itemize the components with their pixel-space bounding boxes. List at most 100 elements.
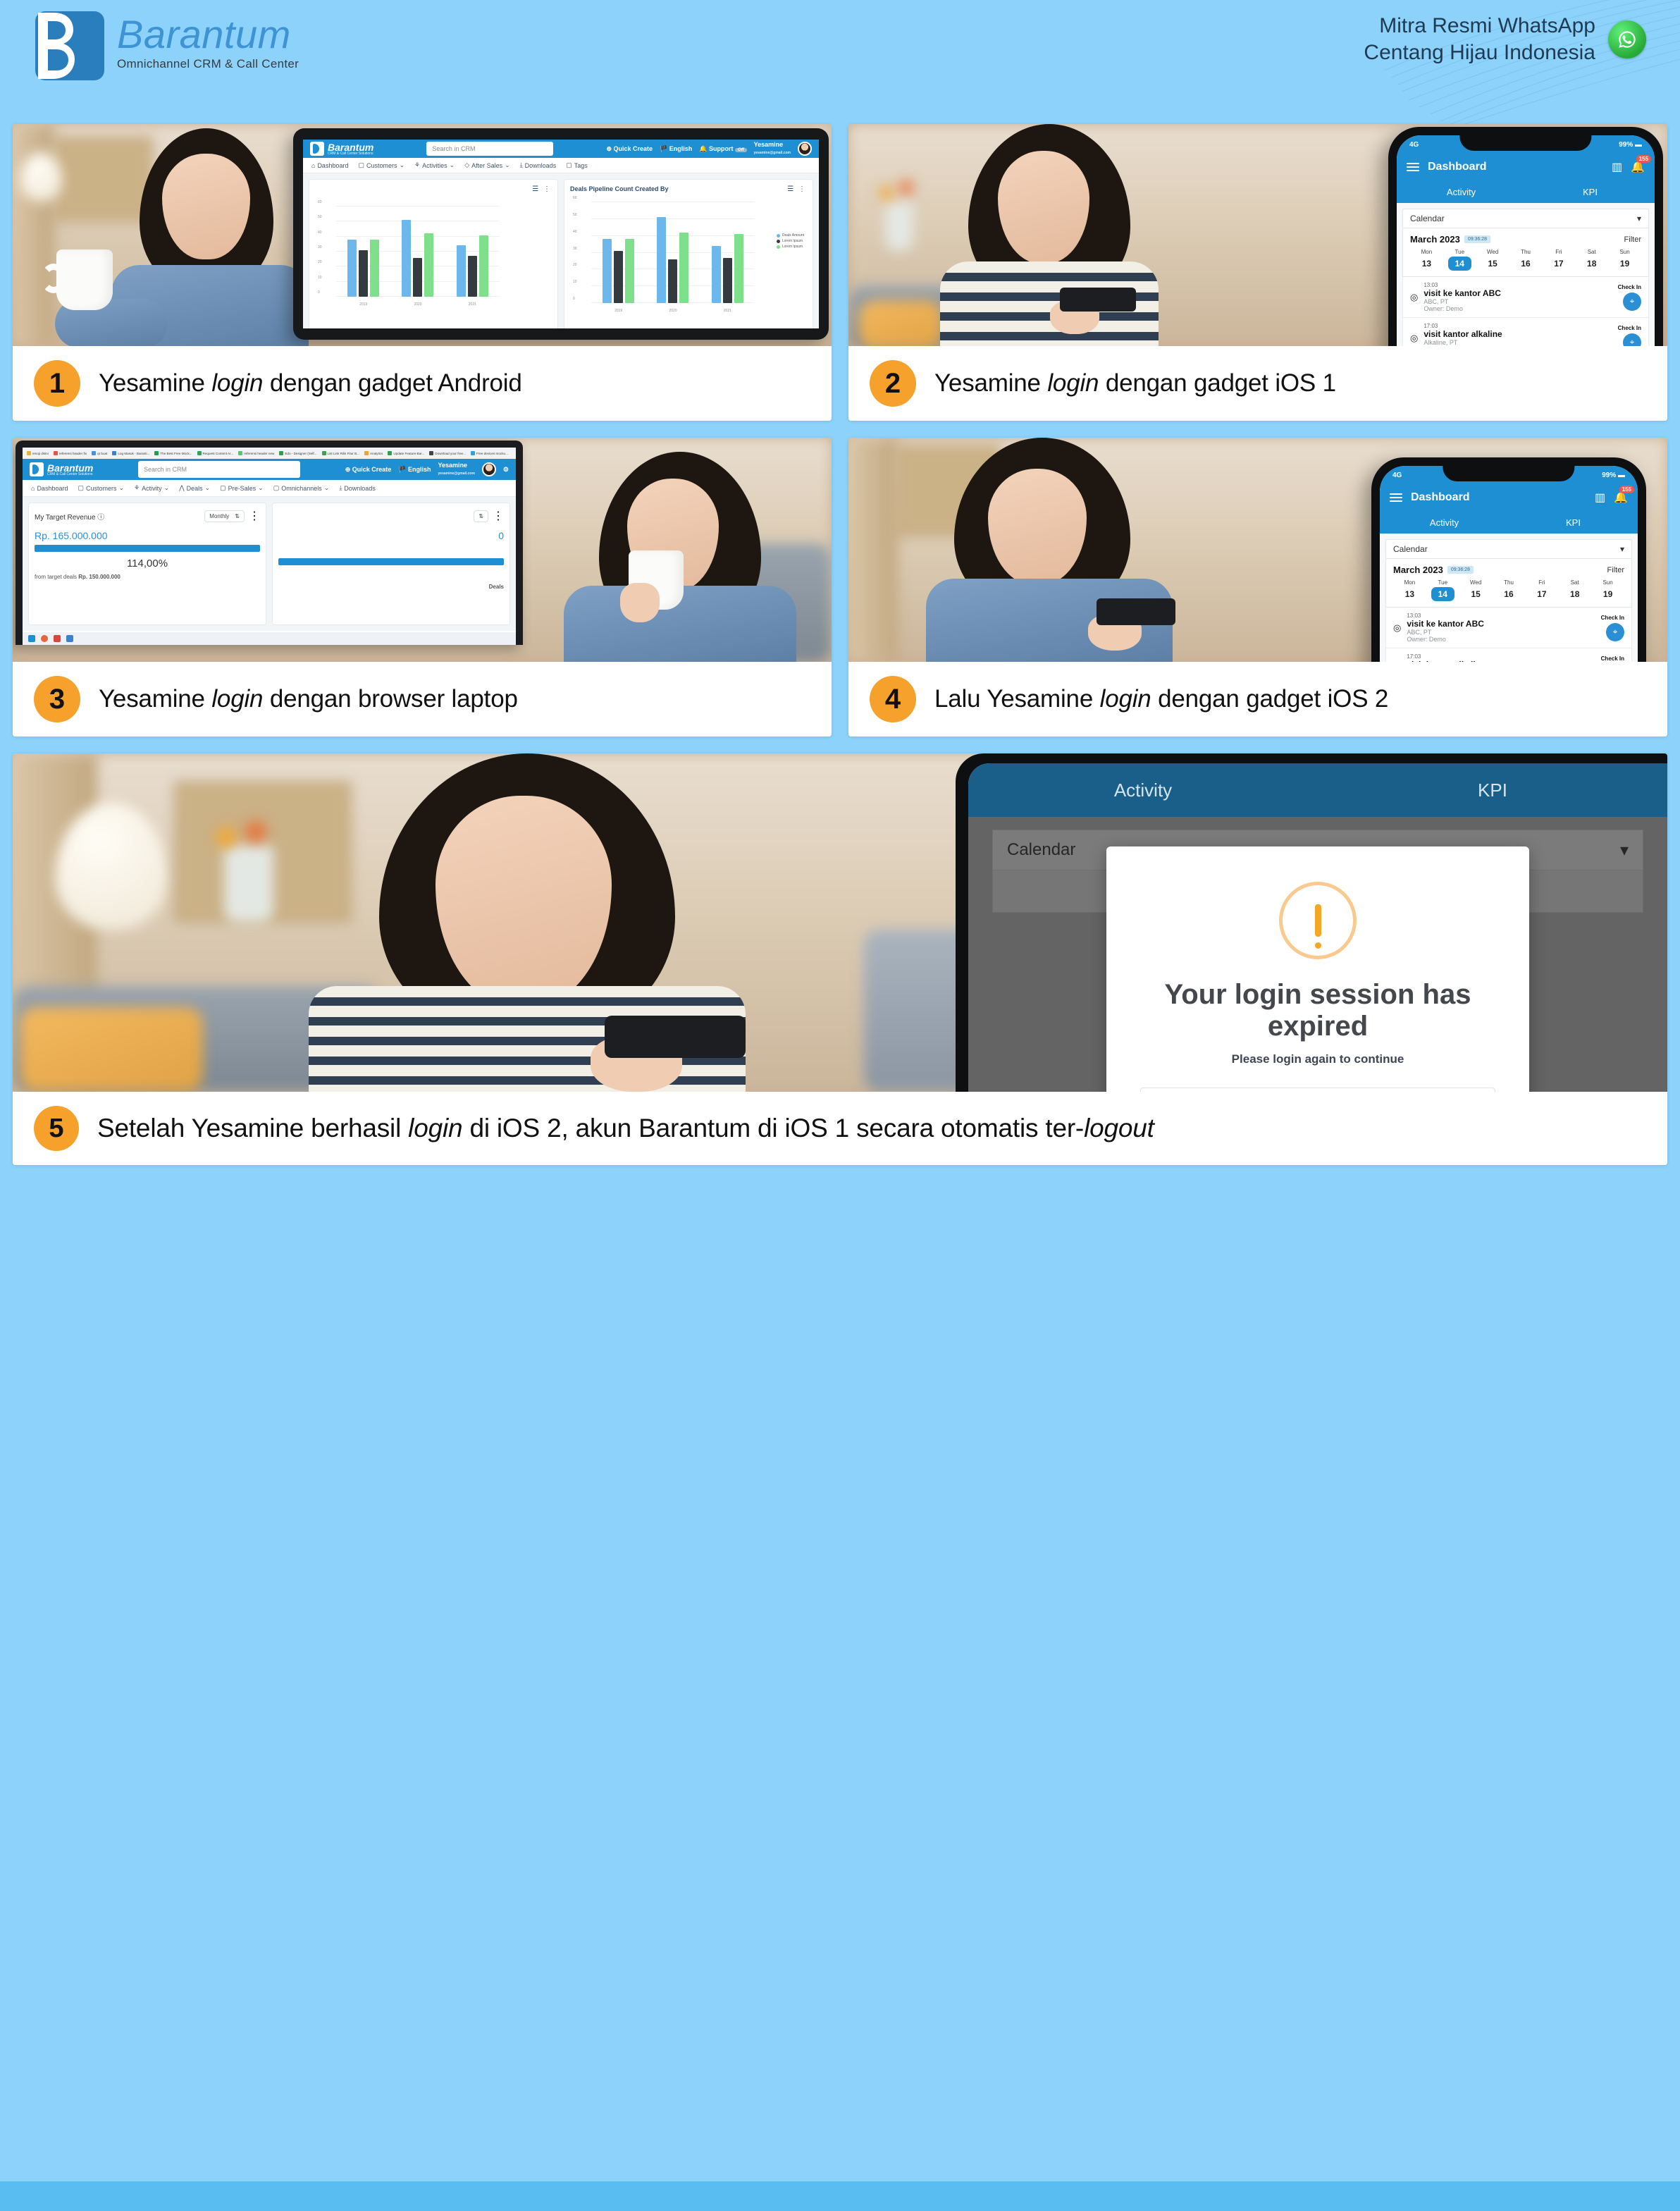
support-label: Support: [709, 144, 734, 152]
settings-gear-icon[interactable]: ⚙: [503, 466, 509, 474]
hamburger-icon[interactable]: [1407, 161, 1419, 173]
panel-tools-right[interactable]: ☰ ⋮: [787, 185, 807, 193]
nav-item-customers[interactable]: ▢ Customers ⌄: [78, 484, 124, 492]
nav-item-tags[interactable]: ▢ Tags: [566, 161, 588, 169]
calendar-selector[interactable]: Calendar ▾: [1385, 539, 1632, 559]
barcode-icon[interactable]: ▥: [1612, 160, 1622, 174]
tab-activity[interactable]: Activity: [1397, 187, 1526, 197]
calendar-day-selected[interactable]: 14: [1447, 257, 1471, 271]
crm-search-input[interactable]: Search in CRM: [138, 461, 301, 478]
crm-search-input[interactable]: Search in CRM: [426, 142, 554, 156]
calendar-day[interactable]: 19: [1620, 259, 1629, 269]
bookmark-item[interactable]: qr buat: [92, 451, 107, 455]
filter-button[interactable]: Filter: [1607, 566, 1624, 574]
nav-item-activity[interactable]: ⚘ Activity ⌄: [134, 484, 169, 492]
nav-item-omnichannels[interactable]: ▢ Omnichannels ⌄: [273, 484, 330, 492]
chart-legend-item[interactable]: Deals Amount: [776, 233, 804, 238]
bell-icon[interactable]: 🔔 155: [1631, 155, 1651, 174]
bell-icon[interactable]: 🔔 155: [1614, 486, 1634, 505]
avatar[interactable]: [798, 142, 812, 156]
calendar-day[interactable]: 17: [1554, 259, 1563, 269]
nav-item-after-sales[interactable]: ◇ After Sales ⌄: [464, 161, 510, 169]
bookmark-item[interactable]: Edo - Designer (Self...: [279, 451, 317, 455]
calendar-day[interactable]: 13: [1405, 589, 1414, 599]
support-toggle[interactable]: 🔔 Support Off: [699, 144, 747, 153]
nav-item-presales[interactable]: ▢ Pre-Sales ⌄: [220, 484, 264, 492]
bookmark-item[interactable]: List Link Rilis Fitur B...: [321, 451, 359, 455]
bookmark-item[interactable]: Free devices mocku...: [470, 451, 508, 455]
user-email: yesamine@gmail.com: [753, 151, 791, 155]
acrobat-icon[interactable]: [54, 635, 61, 642]
user-menu[interactable]: Yesamine yesamine@gmail.com: [753, 141, 791, 156]
bookmark-item[interactable]: referensi header fix: [53, 451, 87, 455]
bookmark-item[interactable]: Analytics: [364, 451, 383, 455]
avatar[interactable]: [481, 462, 496, 476]
nav-item-dashboard[interactable]: ⌂ Dashboard: [31, 485, 68, 492]
nav-item-downloads[interactable]: ⤓ Downloads: [520, 161, 557, 169]
firefox-icon[interactable]: [41, 635, 48, 642]
language-selector[interactable]: 🏴 English: [398, 466, 431, 474]
chart-legend-item[interactable]: Lorem Ipsum: [776, 239, 804, 243]
app-icon[interactable]: [66, 635, 73, 642]
calendar-day[interactable]: 19: [1603, 589, 1612, 599]
panel-menu-icon-2[interactable]: ⋮: [493, 509, 504, 523]
chart-y-tick: 40: [573, 229, 577, 234]
calendar-day[interactable]: 15: [1471, 589, 1480, 599]
bookmark-item[interactable]: referensi header new: [238, 451, 274, 455]
calendar-days[interactable]: 13 14 15 16 17 18 19: [1393, 587, 1624, 601]
windows-icon[interactable]: [28, 635, 35, 642]
calendar-day[interactable]: 17: [1537, 589, 1546, 599]
user-menu[interactable]: Yesamine yesamine@gmail.com: [438, 462, 475, 476]
bookmark-label: The Best Free Mock...: [160, 451, 192, 455]
calendar-day[interactable]: 18: [1587, 259, 1596, 269]
calendar-day[interactable]: 15: [1488, 259, 1497, 269]
nav-item-customers[interactable]: ▢ Customers ⌄: [358, 161, 404, 169]
calendar-day-selected[interactable]: 14: [1431, 587, 1454, 601]
hamburger-icon[interactable]: [1390, 491, 1402, 504]
tab-activity[interactable]: Activity: [1380, 517, 1509, 528]
period-select[interactable]: Monthly ⇅: [204, 510, 245, 522]
nav-item-activities[interactable]: ⚘ Activities ⌄: [414, 161, 455, 169]
bookmark-item[interactable]: Log Masuk - Baranti...: [112, 451, 149, 455]
panel-tools-left[interactable]: ☰ ⋮: [532, 185, 552, 193]
browser-bookmarks-bar[interactable]: emoji disini referensi header fix qr buat L…: [23, 448, 516, 459]
barcode-icon[interactable]: ▥: [1595, 491, 1605, 505]
check-in-button[interactable]: ⌖: [1606, 622, 1624, 641]
tab-kpi[interactable]: KPI: [1318, 780, 1667, 801]
panel-menu-icon[interactable]: ⋮: [249, 509, 260, 523]
calendar-day[interactable]: 18: [1570, 589, 1579, 599]
chart-x-tick: 2021: [723, 309, 731, 313]
nav-item-downloads[interactable]: ⤓ Downloads: [339, 484, 376, 492]
activity-list-item[interactable]: ◎ 13:03 visit ke kantor ABC ABC, PT Owner: D…: [1385, 608, 1632, 648]
calendar-day[interactable]: 13: [1422, 259, 1431, 269]
tab-kpi[interactable]: KPI: [1526, 187, 1655, 197]
bookmark-item[interactable]: emoji disini: [27, 451, 49, 455]
nav-item-deals[interactable]: ⋀ Deals ⌄: [179, 484, 210, 492]
tab-kpi[interactable]: KPI: [1509, 517, 1638, 528]
bookmark-item[interactable]: Request Content Ar...: [197, 451, 233, 455]
calendar-selector[interactable]: Calendar ▾: [1402, 209, 1649, 228]
partner-line-2: Centang Hijau Indonesia: [1364, 41, 1595, 65]
period-select-2[interactable]: ⇅: [474, 510, 488, 522]
activity-list-item[interactable]: ◎ 13:03 visit ke kantor ABC ABC, PT Owner: D…: [1402, 277, 1649, 318]
chart-legend-item[interactable]: Lorem Ipsum: [776, 245, 804, 249]
tab-activity[interactable]: Activity: [968, 780, 1318, 801]
filter-button[interactable]: Filter: [1624, 235, 1641, 244]
ios-phone-1-screen: 4G 99% ▬ Dashboard ▥ 🔔 155 Activity KPI …: [1397, 135, 1655, 346]
activity-list-item[interactable]: ◎17:03visit kantor alkalineAlkaline, PTO…: [1402, 318, 1649, 346]
activity-list-item[interactable]: ◎17:03visit kantor alkalineAlkaline, PTO…: [1385, 648, 1632, 662]
calendar-day[interactable]: 16: [1521, 259, 1530, 269]
bookmark-item[interactable]: Update Feature Bar...: [388, 451, 424, 455]
language-selector[interactable]: 🏴 English: [660, 145, 692, 153]
email-field[interactable]: Email address: [1140, 1088, 1495, 1092]
nav-item-dashboard[interactable]: ⌂ Dashboard: [311, 162, 348, 169]
bookmark-item[interactable]: The Best Free Mock...: [154, 451, 192, 455]
app-title: Dashboard: [1428, 161, 1487, 173]
calendar-days[interactable]: 13 14 15 16 17 18 19: [1410, 257, 1641, 271]
check-in-button[interactable]: ⌖: [1623, 333, 1641, 346]
quick-create-button[interactable]: ⊕ Quick Create: [345, 466, 392, 474]
quick-create-button[interactable]: ⊕ Quick Create: [606, 145, 653, 153]
bookmark-item[interactable]: Download your free...: [429, 451, 466, 455]
check-in-button[interactable]: ⌖: [1623, 292, 1641, 311]
calendar-day[interactable]: 16: [1504, 589, 1513, 599]
